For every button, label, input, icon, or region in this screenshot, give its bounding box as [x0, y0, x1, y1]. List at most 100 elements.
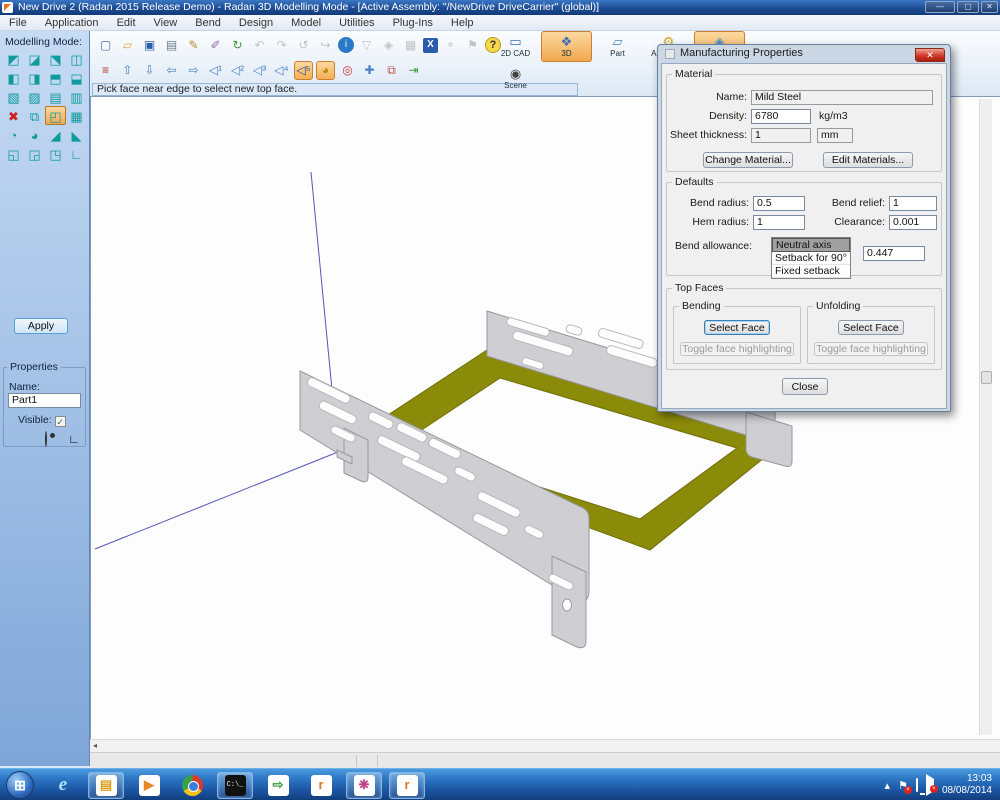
menu-design[interactable]: Design — [230, 15, 282, 30]
taskbar-radan-1[interactable]: r — [303, 772, 339, 799]
open-folder-icon[interactable]: ▱ — [118, 36, 137, 55]
color-wheel-icon[interactable] — [10, 431, 26, 447]
mode-icon-5[interactable]: ◧ — [3, 68, 24, 87]
mode-icon-24[interactable]: ∟ — [66, 144, 87, 163]
mode-icon-1[interactable]: ◩ — [3, 49, 24, 68]
mode-part-button[interactable]: ▱Part — [592, 31, 643, 62]
pencil-icon[interactable]: ✎ — [184, 36, 203, 55]
info-icon[interactable]: i — [338, 37, 354, 53]
zoom-slider-thumb[interactable] — [981, 371, 992, 384]
hem-radius-field[interactable]: 1 — [753, 215, 805, 230]
highlight-icon[interactable]: ◈ — [379, 36, 398, 55]
export-view-icon[interactable]: ⇥ — [404, 61, 423, 80]
taskbar-media-player[interactable]: ▶ — [131, 772, 167, 799]
taskbar-internet-explorer[interactable]: e — [45, 772, 81, 799]
allowance-option-3[interactable]: Fixed setback — [772, 265, 850, 278]
mode-icon-22[interactable]: ◲ — [24, 144, 45, 163]
visible-checkbox[interactable]: ✓ — [55, 416, 66, 427]
excel-icon[interactable]: X — [423, 38, 438, 53]
visibility-eye-icon[interactable] — [38, 431, 54, 447]
mode-icon-18[interactable]: ◕ — [24, 125, 45, 144]
apply-button[interactable]: Apply — [14, 318, 68, 334]
horizontal-scrollbar[interactable]: ◂ — [90, 739, 1000, 752]
menu-edit[interactable]: Edit — [108, 15, 145, 30]
unfolding-select-face-button[interactable]: Select Face — [838, 320, 904, 335]
sync-icon[interactable]: ↻ — [228, 36, 247, 55]
volume-muted-icon[interactable]: × — [926, 779, 934, 791]
axes-icon[interactable]: ∟ — [66, 431, 82, 447]
mode-icon-23[interactable]: ◳ — [45, 144, 66, 163]
flag-icon[interactable]: ⚑ — [463, 36, 482, 55]
mode-icon-7[interactable]: ⬒ — [45, 68, 66, 87]
menu-model[interactable]: Model — [282, 15, 330, 30]
allowance-option-1[interactable]: Neutral axis — [772, 238, 850, 252]
face-up-icon[interactable]: ⇧ — [118, 61, 137, 80]
mode-icon-11[interactable]: ▤ — [45, 87, 66, 106]
shaded-view-icon[interactable]: ◕ — [316, 61, 335, 80]
mode-icon-9[interactable]: ▧ — [3, 87, 24, 106]
taskbar-explorer[interactable]: ▤ — [88, 772, 124, 799]
mode-icon-17[interactable]: ◔ — [3, 125, 24, 144]
start-button[interactable]: ⊞ — [2, 772, 38, 799]
menu-bend[interactable]: Bend — [186, 15, 230, 30]
allowance-option-2[interactable]: Setback for 90° — [772, 252, 850, 265]
menu-file[interactable]: File — [0, 15, 36, 30]
mode-icon-delete[interactable]: ✖ — [3, 106, 24, 125]
menu-plugins[interactable]: Plug-Ins — [384, 15, 442, 30]
viewport-zoom-slider[interactable] — [979, 99, 992, 735]
copy-view-icon[interactable]: ⧉ — [382, 61, 401, 80]
edit-materials-button[interactable]: Edit Materials... — [823, 152, 913, 168]
mode-icon-2[interactable]: ◪ — [24, 49, 45, 68]
minimize-button[interactable]: — — [925, 1, 955, 13]
mode-icon-16[interactable]: ▦ — [66, 106, 87, 125]
hidden-icons-chevron[interactable]: ▴ — [885, 779, 891, 792]
filter-icon[interactable]: ▽ — [357, 36, 376, 55]
mode-icon-6[interactable]: ◨ — [24, 68, 45, 87]
mode-icon-19[interactable]: ◢ — [45, 125, 66, 144]
manufacturing-properties-dialog[interactable]: Manufacturing Properties ✕ Material Name… — [657, 44, 951, 412]
bend-allowance-list[interactable]: Neutral axisSetback for 90°Fixed setback — [771, 237, 851, 279]
menu-utilities[interactable]: Utilities — [330, 15, 383, 30]
view-2-icon[interactable]: ◁² — [228, 61, 247, 80]
mode-icon-4[interactable]: ◫ — [66, 49, 87, 68]
bend-radius-field[interactable]: 0.5 — [753, 196, 805, 211]
redo-icon[interactable]: ↷ — [272, 36, 291, 55]
mode-icon-21[interactable]: ◱ — [3, 144, 24, 163]
probe-icon[interactable]: ⚬ — [441, 36, 460, 55]
target-icon[interactable]: ◎ — [338, 61, 357, 80]
mode-icon-8[interactable]: ⬓ — [66, 68, 87, 87]
mode-icon-20[interactable]: ◣ — [66, 125, 87, 144]
dialog-close-button[interactable]: ✕ — [915, 48, 945, 62]
view-4-icon[interactable]: ◁⁴ — [272, 61, 291, 80]
view-1-icon[interactable]: ◁¹ — [206, 61, 225, 80]
bend-relief-field[interactable]: 1 — [889, 196, 937, 211]
menu-view[interactable]: View — [145, 15, 187, 30]
view-3-icon[interactable]: ◁³ — [250, 61, 269, 80]
mode-icon-14[interactable]: ⧉ — [24, 106, 45, 125]
undo-icon[interactable]: ↶ — [250, 36, 269, 55]
pick-icon[interactable]: ✐ — [206, 36, 225, 55]
menu-help[interactable]: Help — [442, 15, 483, 30]
part-name-input[interactable]: Part1 — [8, 393, 81, 408]
density-field[interactable]: 6780 — [751, 109, 811, 124]
jump-icon[interactable]: ↪ — [316, 36, 335, 55]
new-icon[interactable]: ▢ — [96, 36, 115, 55]
network-icon[interactable] — [916, 779, 918, 791]
bend-sequence-icon[interactable]: ≡ — [96, 61, 115, 80]
taskbar-notes-app[interactable]: ⇨ — [260, 772, 296, 799]
allowance-value-field[interactable]: 0.447 — [863, 246, 925, 261]
save-icon[interactable]: ▣ — [140, 36, 159, 55]
action-center-flag-icon[interactable]: ⚑× — [898, 779, 908, 792]
taskbar-radan-2[interactable]: r — [389, 772, 425, 799]
dialog-close-action-button[interactable]: Close — [782, 378, 828, 395]
mode-icon-12[interactable]: ▥ — [66, 87, 87, 106]
pan-icon[interactable]: ✚ — [360, 61, 379, 80]
clearance-field[interactable]: 0.001 — [889, 215, 937, 230]
close-button[interactable]: ✕ — [981, 1, 998, 13]
view-5-icon[interactable]: ◁⁵ — [294, 61, 313, 80]
face-left-icon[interactable]: ⇦ — [162, 61, 181, 80]
menu-application[interactable]: Application — [36, 15, 108, 30]
taskbar-command-prompt[interactable]: C:\_ — [217, 772, 253, 799]
mode-3d-button[interactable]: ❖3D — [541, 31, 592, 62]
face-right-icon[interactable]: ⇨ — [184, 61, 203, 80]
